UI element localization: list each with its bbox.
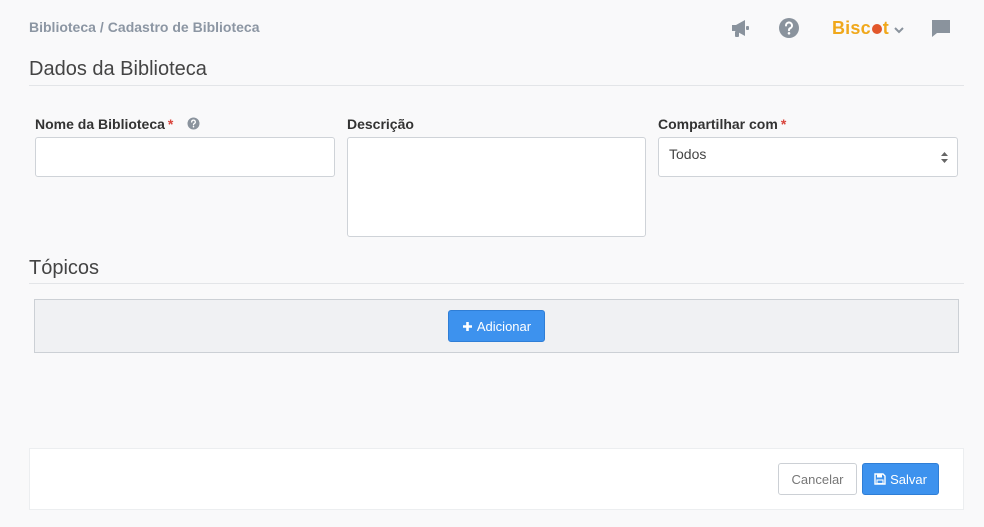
plus-icon xyxy=(462,321,473,332)
save-button[interactable]: Salvar xyxy=(862,463,939,495)
divider xyxy=(29,85,964,86)
share-with-label: Compartilhar com * xyxy=(658,116,786,132)
floppy-disk-icon xyxy=(874,473,886,485)
breadcrumb-item-biblioteca[interactable]: Biblioteca xyxy=(29,19,96,35)
description-textarea[interactable] xyxy=(347,137,646,237)
share-with-label-text: Compartilhar com xyxy=(658,116,778,132)
breadcrumb: Biblioteca / Cadastro de Biblioteca xyxy=(29,19,260,35)
save-label: Salvar xyxy=(890,471,927,487)
top-icons: Bisc t xyxy=(728,14,954,42)
library-name-input[interactable] xyxy=(35,137,335,177)
topics-panel: Adicionar xyxy=(34,299,959,353)
description-label: Descrição xyxy=(347,116,414,132)
question-icon[interactable] xyxy=(187,117,200,133)
logo-text-start: Bisc xyxy=(831,17,871,38)
select-arrows-icon xyxy=(940,151,949,167)
section-title-library-data: Dados da Biblioteca xyxy=(29,58,207,80)
name-label: Nome da Biblioteca * xyxy=(35,116,200,133)
logo-text-end: t xyxy=(882,17,889,38)
breadcrumb-separator: / xyxy=(99,19,104,35)
cancel-label: Cancelar xyxy=(791,471,844,487)
add-topic-label: Adicionar xyxy=(476,318,532,334)
breadcrumb-item-current: Cadastro de Biblioteca xyxy=(107,19,260,35)
share-with-select[interactable]: Todos xyxy=(658,137,958,177)
share-with-selected-value: Todos xyxy=(669,146,707,162)
cancel-button[interactable]: Cancelar xyxy=(778,463,857,495)
megaphone-icon[interactable] xyxy=(728,15,754,41)
add-topic-button[interactable]: Adicionar xyxy=(448,310,545,342)
top-bar: Biblioteca / Cadastro de Biblioteca Bisc t xyxy=(0,0,984,56)
required-mark: * xyxy=(167,116,174,132)
chat-icon[interactable] xyxy=(928,15,954,41)
chevron-down-icon xyxy=(894,18,904,39)
logo-dot-icon xyxy=(871,24,882,34)
section-title-topics: Tópicos xyxy=(29,257,100,279)
form-footer: Cancelar Salvar xyxy=(29,448,964,510)
help-icon[interactable] xyxy=(776,15,802,41)
divider xyxy=(29,283,964,284)
required-mark: * xyxy=(780,116,787,132)
brand-logo[interactable]: Bisc t xyxy=(832,18,904,39)
name-label-text: Nome da Biblioteca xyxy=(35,116,165,132)
